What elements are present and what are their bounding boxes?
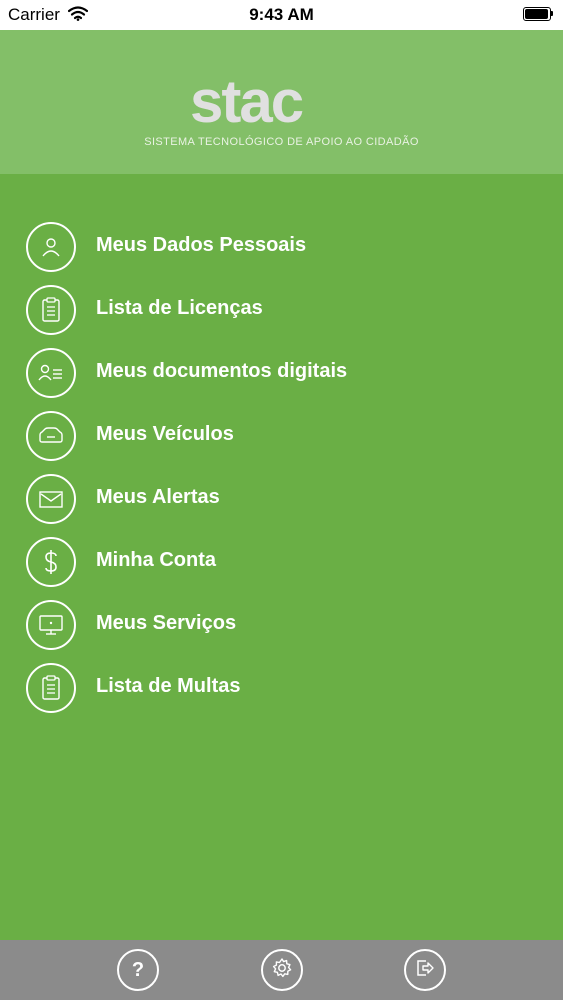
settings-button[interactable] — [261, 949, 303, 991]
menu-item-label: Minha Conta — [96, 549, 216, 571]
menu-item-lista-licencas[interactable]: Lista de Licenças — [0, 285, 563, 341]
car-icon — [26, 411, 76, 461]
person-icon — [26, 222, 76, 272]
logout-button[interactable] — [404, 949, 446, 991]
menu-item-label: Meus Veículos — [96, 423, 234, 445]
menu-item-label: Meus Dados Pessoais — [96, 234, 307, 256]
id-card-icon — [26, 348, 76, 398]
battery-icon — [523, 7, 553, 21]
menu-item-dados-pessoais[interactable]: Meus Dados Pessoais — [0, 222, 563, 278]
dollar-icon — [26, 537, 76, 587]
menu-item-alertas[interactable]: Meus Alertas — [0, 474, 563, 530]
logout-icon — [414, 957, 436, 984]
gear-icon — [271, 957, 293, 984]
logo-text: stac — [190, 74, 303, 130]
help-button[interactable]: ? — [117, 949, 159, 991]
stac-logo: stac — [190, 68, 370, 135]
app-header: stac SISTEMA TECNOLÓGICO DE APOIO AO CID… — [0, 30, 563, 174]
envelope-icon — [26, 474, 76, 524]
clipboard-icon — [26, 285, 76, 335]
menu-item-documentos-digitais[interactable]: Meus documentos digitais — [0, 348, 563, 404]
monitor-icon — [26, 600, 76, 650]
menu-item-label: Lista de Multas — [96, 675, 241, 697]
menu-item-lista-multas[interactable]: Lista de Multas — [0, 663, 563, 719]
menu-item-label: Meus Alertas — [96, 486, 220, 508]
menu-item-label: Meus documentos digitais — [96, 360, 348, 382]
app-tagline: SISTEMA TECNOLÓGICO DE APOIO AO CIDADÃO — [144, 136, 419, 148]
clipboard-icon — [26, 663, 76, 713]
menu-item-veiculos[interactable]: Meus Veículos — [0, 411, 563, 467]
bottom-toolbar: ? — [0, 940, 563, 1000]
menu-item-servicos[interactable]: Meus Serviços — [0, 600, 563, 656]
clock: 9:43 AM — [249, 5, 314, 24]
menu-item-label: Lista de Licenças — [96, 297, 263, 319]
status-bar: Carrier 9:43 AM — [0, 0, 563, 30]
help-icon: ? — [131, 958, 145, 981]
menu-item-label: Meus Serviços — [96, 612, 237, 634]
menu-item-minha-conta[interactable]: Minha Conta — [0, 537, 563, 593]
